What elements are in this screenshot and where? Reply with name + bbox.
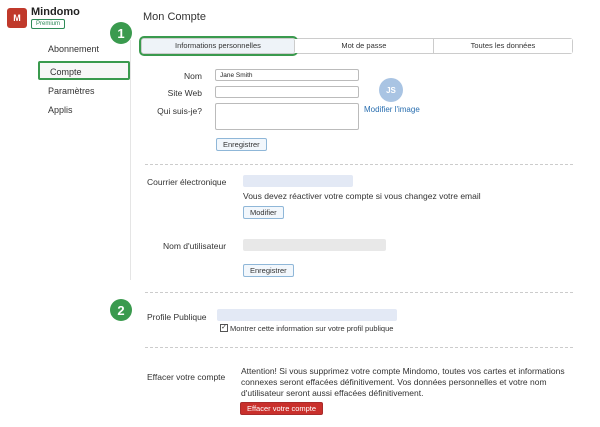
username-label: Nom d'utilisateur [163, 241, 227, 251]
save-profile-button[interactable]: Enregistrer [216, 138, 267, 151]
premium-badge: Premium [31, 19, 66, 29]
mindomo-logo-icon[interactable]: M [7, 8, 27, 28]
website-input[interactable] [215, 86, 359, 98]
name-input[interactable] [215, 69, 359, 81]
delete-account-button[interactable]: Effacer votre compte [240, 402, 324, 415]
modify-email-button[interactable]: Modifier [243, 206, 284, 219]
sidebar-item-compte[interactable]: Compte [38, 61, 130, 80]
sidebar: Abonnement Compte Paramètres Applis [38, 40, 130, 120]
tab-informations-personnelles[interactable]: Informations personnelles [139, 36, 298, 56]
account-tabs: Informations personnelles Mot de passe T… [139, 36, 573, 56]
show-public-checkbox[interactable]: ✓ [220, 324, 228, 332]
public-profile-label: Profile Publique [147, 312, 207, 322]
email-value-redacted [243, 175, 353, 187]
username-input-redacted[interactable] [243, 239, 386, 251]
section-divider [145, 347, 573, 348]
avatar: JS [379, 78, 403, 102]
page-title: Mon Compte [143, 11, 206, 23]
section-divider [145, 292, 573, 293]
public-profile-url-redacted [217, 309, 397, 321]
about-label: Qui suis-je? [157, 106, 202, 116]
change-image-link[interactable]: Modifier l'image [364, 105, 420, 114]
section-divider [145, 164, 573, 165]
brand-name: Mindomo [31, 6, 80, 18]
save-username-button[interactable]: Enregistrer [243, 264, 294, 277]
sidebar-item-applis[interactable]: Applis [38, 101, 130, 120]
about-textarea[interactable] [215, 103, 359, 130]
name-label: Nom [184, 71, 202, 81]
step-badge-2: 2 [110, 299, 132, 321]
show-public-checkbox-label: Montrer cette information sur votre prof… [230, 324, 394, 333]
delete-account-warning: Attention! Si vous supprimez votre compt… [241, 366, 565, 398]
website-label: Site Web [167, 88, 202, 98]
tab-mot-de-passe[interactable]: Mot de passe [294, 39, 434, 53]
tab-toutes-les-donnees[interactable]: Toutes les données [433, 39, 572, 53]
email-label: Courrier électronique [147, 177, 227, 187]
email-note: Vous devez réactiver votre compte si vou… [243, 191, 481, 201]
delete-account-label: Effacer votre compte [147, 372, 226, 382]
step-badge-1: 1 [110, 22, 132, 44]
sidebar-item-parametres[interactable]: Paramètres [38, 82, 130, 101]
